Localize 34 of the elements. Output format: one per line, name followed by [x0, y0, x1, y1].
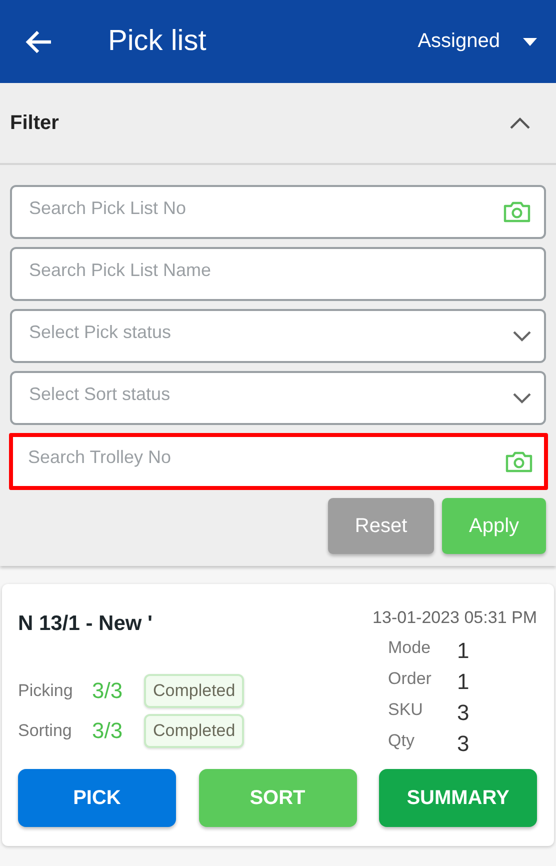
stat-value: 3: [457, 700, 470, 726]
summary-button[interactable]: SUMMARY: [379, 769, 537, 827]
apply-button[interactable]: Apply: [442, 498, 546, 554]
progress-label: Sorting: [18, 721, 73, 741]
stat-label: Order: [388, 669, 432, 690]
pick-button[interactable]: PICK: [18, 769, 176, 827]
back-arrow-icon[interactable]: [24, 28, 54, 54]
stat-value: 1: [457, 669, 470, 695]
status-badge: Completed: [144, 714, 244, 748]
status-badge: Completed: [144, 674, 244, 708]
stat-label: Qty: [388, 731, 416, 752]
stat-label: SKU: [388, 700, 424, 721]
stat-label: Mode: [388, 638, 432, 659]
progress-count: 3/3: [92, 718, 124, 744]
dropdown-caret-icon[interactable]: [522, 36, 538, 46]
stat-value: 1: [457, 638, 470, 664]
page-title: Pick list: [108, 25, 208, 58]
date-time: 13-01-2023 05:31 PM: [372, 608, 537, 628]
select-field[interactable]: Select Pick status: [10, 309, 546, 363]
sort-button[interactable]: SORT: [198, 769, 356, 827]
chevron-down-icon[interactable]: [512, 392, 532, 404]
stat-value: 3: [457, 731, 470, 757]
chevron-down-icon[interactable]: [512, 330, 532, 342]
progress-label: Picking: [18, 681, 74, 701]
status-dropdown[interactable]: Assigned: [418, 30, 500, 53]
progress-count: 3/3: [92, 678, 124, 704]
search-field[interactable]: Search Pick List Name: [10, 247, 546, 301]
filter-title: Filter: [10, 112, 59, 134]
search-field[interactable]: Search Trolley No: [9, 433, 548, 490]
reset-button[interactable]: Reset: [328, 498, 434, 554]
collapse-chevron-icon[interactable]: [508, 116, 532, 130]
pick-list-title: N 13/1 - New ': [18, 612, 153, 636]
select-field[interactable]: Select Sort status: [10, 371, 546, 425]
search-field[interactable]: Search Pick List No: [10, 185, 546, 239]
